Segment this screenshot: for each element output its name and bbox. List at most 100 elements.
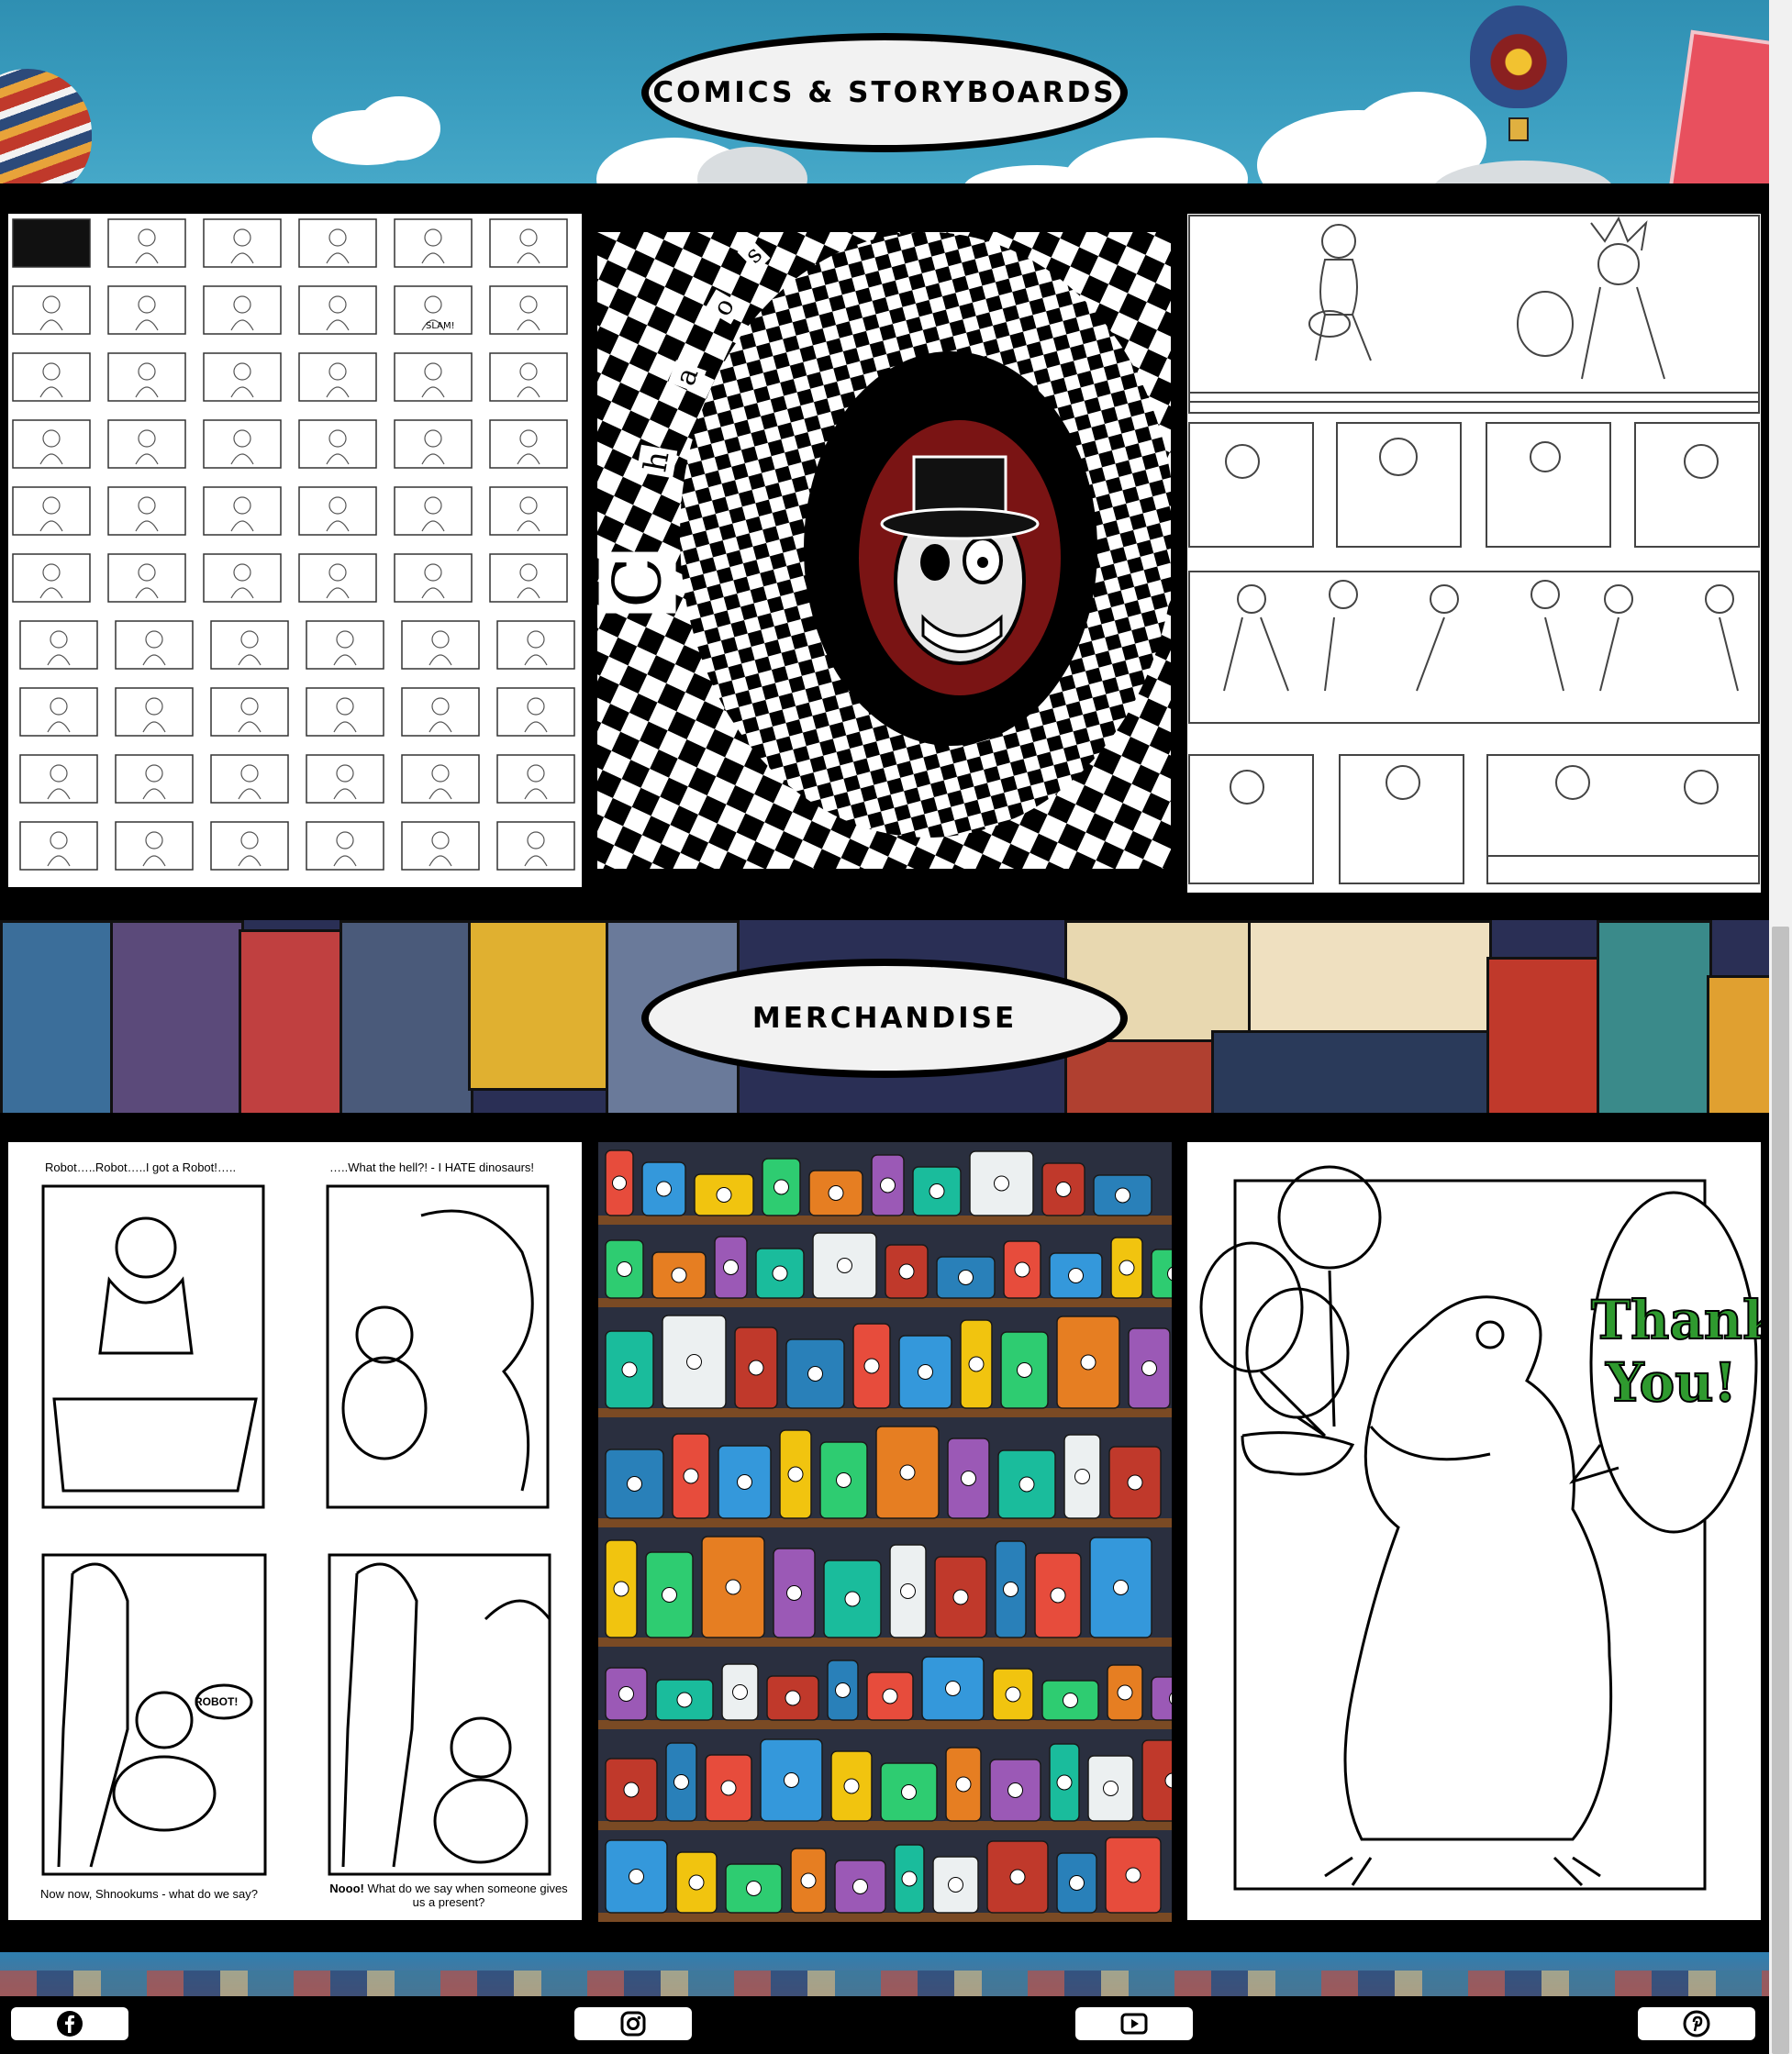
merch-item-face [843, 1778, 860, 1794]
storyboard-frame [12, 419, 91, 469]
merch-shelves-drawing [598, 1149, 1172, 1922]
tennis-comic-drawing [1188, 215, 1760, 884]
storyboard-frame [394, 486, 473, 536]
merch-item-face [617, 1261, 632, 1277]
storyboard-frame [394, 553, 473, 603]
merch-item-face [1056, 1774, 1073, 1791]
merch-item-face [844, 1591, 861, 1607]
storyboard-frame [489, 486, 568, 536]
merch-item-face [629, 1869, 644, 1884]
storyboard-frame [115, 620, 194, 670]
merch-item-face [880, 1177, 896, 1194]
storyboard-frame [401, 687, 480, 737]
storyboard-frame [394, 352, 473, 402]
thank-you-line-1: Thank [1590, 1288, 1761, 1352]
merch-item-face [784, 1772, 799, 1788]
storyboard-frame [306, 620, 384, 670]
merch-item-face [1115, 1187, 1130, 1204]
merch-item-face [1080, 1354, 1096, 1371]
chaos-letter-a: a [668, 360, 707, 394]
storyboard-frame [12, 352, 91, 402]
storyboard-frame [496, 687, 575, 737]
merch-item-face [1063, 1693, 1078, 1708]
poster-right [1668, 29, 1769, 183]
merch-item-face [882, 1688, 898, 1704]
thank-you-dino-image[interactable]: Thank You! [1187, 1142, 1761, 1920]
storyboard-frame [19, 687, 98, 737]
tennis-comic-image[interactable] [1187, 214, 1761, 893]
storyboard-frame [115, 821, 194, 871]
balloon-basket [1508, 117, 1529, 141]
merch-item-face [623, 1782, 640, 1798]
merch-item-face [746, 1881, 762, 1896]
comics-gallery: SLAM! C h a o s [0, 183, 1769, 920]
merch-item-face [785, 1690, 801, 1706]
footer [0, 1996, 1769, 2054]
merch-item-face [772, 1265, 788, 1282]
scrollbar-thumb[interactable] [1772, 927, 1789, 2054]
merch-item-face [1125, 1867, 1141, 1883]
storyboard-frame [203, 419, 282, 469]
chaos-spiral-image[interactable]: C h a o s [597, 232, 1171, 869]
storyboard-frame [210, 687, 289, 737]
shelf [598, 1638, 1172, 1647]
merch-item-face [683, 1468, 699, 1484]
youtube-icon [1120, 2013, 1148, 2035]
merch-item-face [1009, 1869, 1026, 1885]
merch-item-face [627, 1476, 642, 1492]
merch-item-face [1074, 1469, 1090, 1484]
robot-bubble-text: ROBOT! [195, 1695, 239, 1708]
storyboard-frame [489, 218, 568, 268]
merch-item-face [918, 1364, 933, 1380]
merch-item-face [737, 1474, 752, 1490]
merch-item-face [787, 1466, 804, 1482]
merch-item-face [929, 1183, 945, 1199]
storyboard-frame [12, 218, 91, 268]
storyboard-frame [298, 352, 377, 402]
merch-item-face [1014, 1261, 1030, 1278]
merch-item-face [621, 1361, 638, 1378]
shelf [598, 1298, 1172, 1307]
merch-item-face [955, 1776, 972, 1793]
merch-item-face [1005, 1686, 1021, 1703]
storyboard-frame [306, 754, 384, 804]
comics-banner: COMICS & STORYBOARDS [0, 0, 1769, 183]
merch-item-face [807, 1366, 823, 1382]
comics-title: COMICS & STORYBOARDS [652, 76, 1117, 109]
coloring-comic-image[interactable]: Robot…..Robot…..I got a Robot!….. …..Wha… [8, 1142, 582, 1920]
storyboard-frame [19, 821, 98, 871]
storyboard-frame [203, 486, 282, 536]
storyboard-frame [12, 486, 91, 536]
instagram-button[interactable] [574, 2007, 692, 2040]
thank-you-line-2: You! [1605, 1350, 1738, 1415]
merch-shelves-image[interactable] [598, 1142, 1172, 1922]
storyboard-frame [298, 553, 377, 603]
youtube-button[interactable] [1075, 2007, 1193, 2040]
storyboard-frame [394, 218, 473, 268]
merch-title: MERCHANDISE [751, 1002, 1018, 1035]
pinterest-icon [1683, 2010, 1710, 2037]
storyboard-frame [298, 285, 377, 335]
merch-item-face [613, 1581, 629, 1597]
storyboard-grid-image[interactable]: SLAM! [8, 214, 582, 887]
merch-item-face [720, 1780, 737, 1796]
storyboard-frame [107, 218, 186, 268]
merch-item-face [1117, 1684, 1133, 1701]
storyboard-frame [12, 285, 91, 335]
merch-item-face [673, 1774, 689, 1790]
pinterest-button[interactable] [1638, 2007, 1755, 2040]
merch-item-face [961, 1471, 976, 1486]
storyboard-frame [306, 687, 384, 737]
chaos-letter-s: s [737, 238, 771, 272]
storyboard-frame [496, 754, 575, 804]
caption-bottom-right: Nooo! What do we say when someone gives … [329, 1882, 568, 1909]
facebook-button[interactable] [11, 2007, 128, 2040]
merch-item [1151, 1676, 1172, 1721]
merch-item-face [900, 1583, 916, 1599]
merch-item-face [662, 1587, 677, 1603]
storyboard-frame [19, 620, 98, 670]
caption-bottom-right-text: What do we say when someone gives us a p… [363, 1882, 568, 1909]
merch-item-face [852, 1879, 868, 1894]
storyboard-frame [107, 486, 186, 536]
merch-item-face [1068, 1268, 1084, 1283]
